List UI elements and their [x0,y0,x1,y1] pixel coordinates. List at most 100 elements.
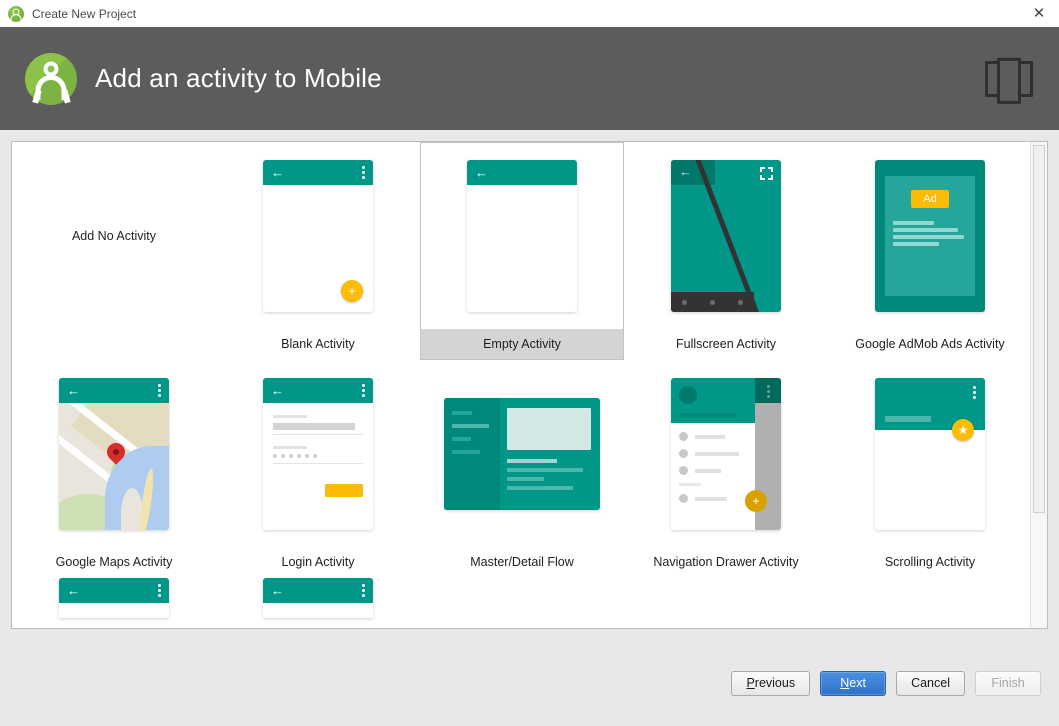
detail-pane [500,398,600,510]
phone-mock-admob: Ad [875,160,985,312]
activity-card-blank-activity[interactable]: ← + Blank Activity [216,142,420,360]
overflow-menu-icon [973,386,976,399]
activity-card-login-activity[interactable]: ← Login Activity [216,360,420,578]
logo-arc [35,74,67,100]
next-button[interactable]: Next [820,670,887,696]
dialog-header: Add an activity to Mobile [0,27,1059,130]
gallery-scrollbar[interactable] [1030,142,1047,628]
overflow-menu-icon [362,384,365,397]
email-field-value [273,423,355,430]
back-arrow-icon: ← [67,383,80,398]
activity-label-master-detail-flow: Master/Detail Flow [470,555,574,569]
activity-card-admob-activity[interactable]: Ad Google AdMob Ads Activity [828,142,1030,360]
phone-mock-fullscreen: ← [671,160,781,312]
activity-card-empty-activity[interactable]: ← Empty Activity [420,142,624,360]
system-navbar [671,292,754,312]
phone-mock-scrolling: ★ [875,378,985,530]
activity-card-partial[interactable]: ← [12,578,216,618]
back-arrow-icon: ← [271,583,284,598]
activity-card-master-detail-flow[interactable]: Master/Detail Flow [420,360,624,578]
back-arrow-icon: ← [679,164,692,179]
fab-star-icon: ★ [952,419,974,441]
back-arrow-icon: ← [271,383,284,398]
dialog-body: Add No Activity ← + Blank Activity ← Emp… [0,130,1059,726]
logo-ring [43,61,59,77]
phone-mock-partial: ← [59,578,169,618]
tablet-mock-master-detail [444,398,600,510]
activity-card-add-no-activity[interactable]: Add No Activity [12,142,216,360]
drawer-menu-list [671,423,755,512]
admob-text-lines [893,221,967,246]
drawer-account-line [679,413,736,417]
fab-add-icon: + [745,490,767,512]
scrollbar-thumb[interactable] [1033,145,1045,513]
activity-label-blank-activity: Blank Activity [281,337,355,351]
overflow-menu-icon [158,584,161,597]
password-field-dots [273,454,363,458]
back-arrow-icon: ← [67,583,80,598]
activity-label-login-activity: Login Activity [281,555,355,569]
overflow-menu-icon [362,584,365,597]
activity-label-fullscreen-activity: Fullscreen Activity [675,337,777,351]
activity-label-empty-activity: Empty Activity [421,329,623,359]
field-underline [273,434,363,435]
close-icon[interactable]: ✕ [1019,0,1059,27]
activity-card-partial-empty [624,578,828,618]
password-field-label [273,446,307,449]
phone-appbar: ← [467,160,577,185]
page-title: Add an activity to Mobile [95,63,382,93]
activity-gallery: Add No Activity ← + Blank Activity ← Emp… [11,141,1048,629]
activity-grid: Add No Activity ← + Blank Activity ← Emp… [12,142,1030,578]
activity-card-navigation-drawer-activity[interactable]: + Navigation Drawer Activity [624,360,828,578]
previous-button[interactable]: Previous [731,670,811,696]
cancel-button[interactable]: Cancel [896,670,965,696]
fab-add-icon: + [341,280,363,302]
activity-label-add-no-activity: Add No Activity [71,229,157,243]
android-studio-icon [8,5,24,22]
thumbnail-maps-activity: ← [13,361,215,547]
activity-card-fullscreen-activity[interactable]: ← Fullscreen Activity [624,142,828,360]
field-underline [273,463,363,464]
window-titlebar: Create New Project ✕ [0,0,1059,27]
finish-button: Finish [975,670,1041,696]
drawer-menu-item [679,466,747,475]
thumbnail-master-detail-flow [421,361,623,547]
thumbnail-admob-activity: Ad [829,143,1030,329]
thumbnail-login-activity: ← [217,361,419,547]
drawer-divider [679,483,701,486]
phone-appbar: ← [263,378,373,403]
activity-label-scrolling-activity: Scrolling Activity [884,555,976,569]
phone-mock-blank: ← + [263,160,373,312]
phone-mock-partial: ← [263,578,373,618]
gallery-scroll-viewport: Add No Activity ← + Blank Activity ← Emp… [12,142,1030,628]
dialog-footer: Previous Next Cancel Finish [0,640,1059,726]
android-studio-logo [25,52,77,105]
ad-badge: Ad [911,190,949,208]
phone-appbar: ← [59,378,169,403]
overflow-menu-icon [362,166,365,179]
phone-mock-empty: ← [467,160,577,312]
email-field-label [273,415,307,418]
thumbnail-scrolling-activity: ★ [829,361,1030,547]
window-title: Create New Project [32,6,137,21]
back-arrow-icon: ← [271,165,284,180]
map-canvas [59,403,169,530]
thumbnail-empty-activity: ← [421,143,623,329]
activity-card-partial[interactable]: ← [216,578,420,618]
activity-label-navigation-drawer-activity: Navigation Drawer Activity [653,555,799,569]
activity-label-slot [13,329,215,359]
activity-card-scrolling-activity[interactable]: ★ Scrolling Activity [828,360,1030,578]
thumbnail-fullscreen-activity: ← [625,143,827,329]
fullscreen-diagonal-line [693,160,761,312]
activity-card-maps-activity[interactable]: ← Google Maps Activity [12,360,216,578]
activity-card-partial-empty [420,578,624,618]
thumbnail-navigation-drawer-activity: + [625,361,827,547]
activity-grid-partial-row: ← ← [12,578,1030,618]
admob-card: Ad [885,176,975,296]
avatar [679,386,697,404]
tablet-device-icon [985,60,1033,97]
detail-hero-card [507,408,591,450]
expand-fullscreen-icon [760,167,773,180]
overflow-menu-icon [158,384,161,397]
phone-mock-navdrawer: + [671,378,781,530]
